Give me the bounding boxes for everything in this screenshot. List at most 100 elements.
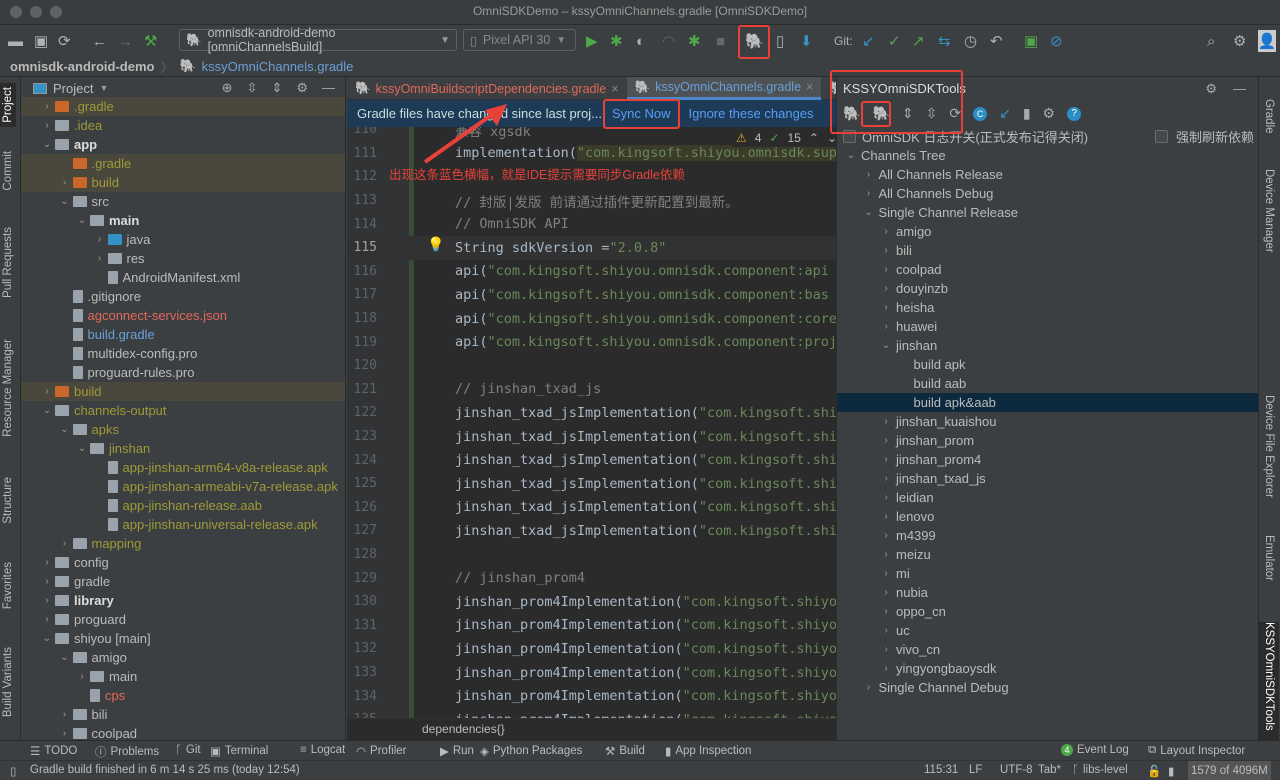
chevron-down-icon[interactable]: ⌄ — [39, 139, 55, 150]
lock-icon[interactable]: 🔓 — [1147, 764, 1161, 778]
breadcrumb-project[interactable]: omnisdk-android-demo — [10, 59, 154, 74]
channel-tree-item[interactable]: › oppo_cn — [837, 602, 1258, 621]
copy-icon[interactable]: ▮ — [1023, 105, 1031, 122]
chevron-down-icon[interactable]: ⌄ — [39, 405, 55, 416]
chevron-right-icon[interactable]: › — [57, 177, 73, 188]
channel-tree-item[interactable]: › douyinzb — [837, 279, 1258, 298]
memory-indicator[interactable]: 1579 of 4096M — [1188, 761, 1271, 780]
chevron-right-icon[interactable]: › — [92, 234, 108, 245]
chevron-right-icon[interactable]: › — [878, 245, 894, 256]
tree-item[interactable]: .gitignore — [21, 287, 345, 306]
tool-app-inspection[interactable]: ▮ App Inspection — [665, 744, 751, 758]
chevron-down-icon[interactable]: ⌄ — [74, 215, 90, 226]
tool-logcat[interactable]: ≡ Logcat — [300, 744, 345, 756]
rollback-icon[interactable]: ↶ — [990, 30, 1003, 52]
channel-tree-item[interactable]: › jinshan_prom4 — [837, 450, 1258, 469]
channel-tree-item[interactable]: › huawei — [837, 317, 1258, 336]
profile-icon[interactable]: ◐ — [636, 30, 645, 52]
profiler-icon[interactable]: ▣ — [1024, 30, 1038, 52]
inspector-icon[interactable]: ▮ — [1168, 764, 1174, 778]
layout-inspector-button[interactable]: ⧉ Layout Inspector — [1148, 744, 1245, 757]
chevron-down-icon[interactable]: ▼ — [99, 83, 108, 93]
tree-item[interactable]: ⌄ jinshan — [21, 439, 345, 458]
chevron-right-icon[interactable]: › — [861, 188, 877, 199]
open-folder-icon[interactable]: ▬ — [8, 30, 23, 52]
breadcrumb-file[interactable]: kssyOmniChannels.gradle — [202, 59, 354, 74]
stop-icon[interactable]: ■ — [716, 30, 725, 52]
tree-item[interactable]: ⌄ apks — [21, 420, 345, 439]
close-tab-icon[interactable]: × — [611, 82, 618, 96]
channel-tree-item[interactable]: › vivo_cn — [837, 640, 1258, 659]
chevron-right-icon[interactable]: › — [878, 264, 894, 275]
expand-all-icon[interactable]: ⇳ — [247, 80, 258, 96]
tree-item[interactable]: › build — [21, 382, 345, 401]
indent[interactable]: Tab* — [1038, 764, 1061, 776]
chevron-down-icon[interactable]: ⌄ — [878, 340, 894, 351]
chevron-down-icon[interactable]: ⌄ — [57, 652, 73, 663]
device-manager-icon[interactable]: ▯ — [776, 30, 784, 52]
editor-breadcrumb[interactable]: dependencies{} — [347, 718, 836, 740]
chevron-right-icon[interactable]: › — [39, 120, 55, 131]
tree-item[interactable]: app-jinshan-universal-release.apk — [21, 515, 345, 534]
git-update-icon[interactable]: ↙ — [862, 30, 875, 52]
tree-item[interactable]: › mapping — [21, 534, 345, 553]
chevron-right-icon[interactable]: › — [57, 728, 73, 739]
status-message[interactable]: Gradle build finished in 6 m 14 s 25 ms … — [30, 764, 300, 776]
channel-tree-item[interactable]: › lenovo — [837, 507, 1258, 526]
tree-item[interactable]: app-jinshan-armeabi-v7a-release.apk — [21, 477, 345, 496]
back-icon[interactable]: ← — [92, 30, 107, 52]
gear-icon[interactable]: ⚙ — [296, 80, 308, 96]
hide-icon[interactable]: — — [1233, 81, 1246, 97]
chevron-right-icon[interactable]: › — [39, 614, 55, 625]
chevron-down-icon[interactable]: ⌄ — [843, 150, 859, 161]
left-tab-build-variants[interactable]: Build Variants — [2, 647, 14, 717]
tree-item[interactable]: › .gradle — [21, 97, 345, 116]
chevron-right-icon[interactable]: › — [39, 595, 55, 606]
sync-icon[interactable]: ⟳ — [58, 30, 71, 52]
run-config-select[interactable]: 🐘 omnisdk-android-demo [omniChannelsBuild… — [179, 26, 457, 54]
chevron-down-icon[interactable]: ⌄ — [57, 424, 73, 435]
run-icon[interactable]: ▶ — [586, 30, 598, 52]
chevron-right-icon[interactable]: › — [878, 435, 894, 446]
close-tab-icon[interactable]: × — [806, 80, 813, 94]
gauge-icon[interactable]: ◠ — [662, 30, 675, 52]
git-merge-icon[interactable]: ⇆ — [938, 30, 951, 52]
channel-tree-item[interactable]: build apk — [837, 355, 1258, 374]
settings-icon[interactable]: ⚙ — [1043, 105, 1056, 122]
c-badge-icon[interactable]: C — [973, 106, 988, 121]
kssy-tools-tab[interactable]: KSSYOmniSDKTools — [1259, 622, 1279, 740]
tree-item[interactable]: agconnect-services.json — [21, 306, 345, 325]
chevron-right-icon[interactable]: › — [92, 253, 108, 264]
channel-tree-item[interactable]: › All Channels Debug — [837, 184, 1258, 203]
chevron-right-icon[interactable]: › — [861, 169, 877, 180]
tool-python-packages[interactable]: ◈ Python Packages — [480, 744, 582, 758]
channel-tree-item[interactable]: › jinshan_kuaishou — [837, 412, 1258, 431]
tool-problems[interactable]: ⓘ Problems — [95, 744, 159, 760]
chevron-right-icon[interactable]: › — [39, 386, 55, 397]
channel-tree-item[interactable]: › Single Channel Debug — [837, 678, 1258, 697]
tree-item[interactable]: › java — [21, 230, 345, 249]
editor-tab[interactable]: 🐘 kssyOmniChannels.gradle × — [626, 77, 822, 100]
chevron-right-icon[interactable]: › — [878, 549, 894, 560]
gradle-tab[interactable]: Gradle — [1263, 99, 1275, 134]
tree-item[interactable]: multidex-config.pro — [21, 344, 345, 363]
left-tab-resource-manager[interactable]: Resource Manager — [2, 339, 14, 437]
chevron-down-icon[interactable]: ⌄ — [74, 443, 90, 454]
chevron-right-icon[interactable]: › — [878, 226, 894, 237]
channel-tree-item[interactable]: ⌄ jinshan — [837, 336, 1258, 355]
chevron-right-icon[interactable]: › — [861, 682, 877, 693]
channel-tree-item[interactable]: › coolpad — [837, 260, 1258, 279]
chevron-down-icon[interactable]: ⌄ — [39, 633, 55, 644]
editor-tab[interactable]: 🐘 kssyOmniBuildscriptDependencies.gradle × — [347, 77, 627, 100]
chevron-right-icon[interactable]: › — [878, 416, 894, 427]
tree-item[interactable]: › .idea — [21, 116, 345, 135]
ignore-changes-link[interactable]: Ignore these changes — [689, 106, 814, 121]
chevron-right-icon[interactable]: › — [878, 283, 894, 294]
tree-item[interactable]: › config — [21, 553, 345, 572]
chevron-right-icon[interactable]: › — [878, 587, 894, 598]
attach-debugger-icon[interactable]: ✱ — [688, 30, 701, 52]
left-tab-favorites[interactable]: Favorites — [2, 562, 14, 609]
collapse-all-icon[interactable]: ⇕ — [271, 80, 282, 96]
lightbulb-icon[interactable]: 💡 — [427, 236, 444, 253]
tree-item[interactable]: AndroidManifest.xml — [21, 268, 345, 287]
